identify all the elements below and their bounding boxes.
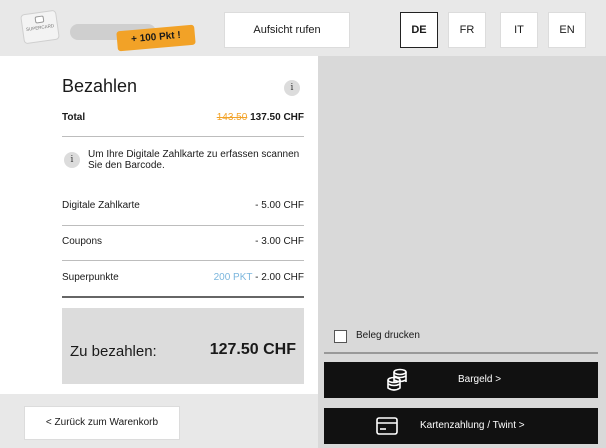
cash-button-label: Bargeld > — [458, 374, 502, 385]
coupons-value: - 3.00 CHF — [255, 236, 304, 247]
total-original-price: 143.50 — [216, 112, 248, 123]
cash-payment-button[interactable]: Bargeld > — [324, 362, 598, 398]
amount-due-label: Zu bezahlen: — [70, 343, 157, 360]
payment-methods-panel: Beleg drucken Bargeld > Kartenzahlung / … — [318, 56, 606, 448]
call-supervisor-button[interactable]: Aufsicht rufen — [224, 12, 350, 48]
print-receipt-label[interactable]: Beleg drucken — [356, 330, 420, 341]
divider — [62, 136, 304, 137]
page-title: Bezahlen — [62, 76, 138, 96]
divider — [62, 225, 304, 226]
digital-card-label: Digitale Zahlkarte — [62, 200, 140, 211]
supercard-icon: SUPERCARD — [20, 9, 60, 45]
language-button-it[interactable]: IT — [500, 12, 538, 48]
divider — [324, 352, 598, 354]
superpoints-value: - 2.00 CHF — [255, 272, 304, 283]
card-label: SUPERCARD — [25, 23, 55, 32]
info-icon: i — [64, 152, 80, 168]
total-amount: 143.50 137.50 CHF — [217, 112, 304, 123]
superpoints-amount: 200 PKT - 2.00 CHF — [214, 272, 304, 283]
card-button-label: Kartenzahlung / Twint > — [420, 420, 525, 431]
card-payment-button[interactable]: Kartenzahlung / Twint > — [324, 408, 598, 444]
language-button-de[interactable]: DE — [400, 12, 438, 48]
coupons-label: Coupons — [62, 236, 103, 247]
top-bar: SUPERCARD + 100 Pkt ! Aufsicht rufen DE … — [0, 0, 606, 56]
scan-hint-text: Um Ihre Digitale Zahlkarte zu erfassen s… — [88, 149, 300, 171]
superpoints-label: Superpunkte — [62, 272, 119, 283]
coins-icon — [387, 368, 407, 391]
info-icon[interactable]: i — [284, 80, 300, 96]
language-button-fr[interactable]: FR — [448, 12, 486, 48]
divider — [62, 260, 304, 261]
card-chip — [34, 15, 45, 24]
print-receipt-checkbox[interactable] — [334, 330, 347, 343]
amount-due-box: Zu bezahlen: 127.50 CHF — [62, 308, 304, 384]
digital-card-value: - 5.00 CHF — [255, 200, 304, 211]
amount-due-value: 127.50 CHF — [209, 341, 296, 358]
total-value: 137.50 CHF — [250, 112, 304, 123]
payment-summary-panel: Bezahlen i Total 143.50 137.50 CHF i Um … — [0, 56, 318, 394]
superpoints-points: 200 PKT — [213, 272, 253, 283]
language-button-en[interactable]: EN — [548, 12, 586, 48]
credit-card-icon — [376, 417, 398, 435]
divider — [62, 296, 304, 298]
total-label: Total — [62, 112, 86, 123]
back-to-cart-button[interactable]: < Zurück zum Warenkorb — [24, 406, 180, 440]
